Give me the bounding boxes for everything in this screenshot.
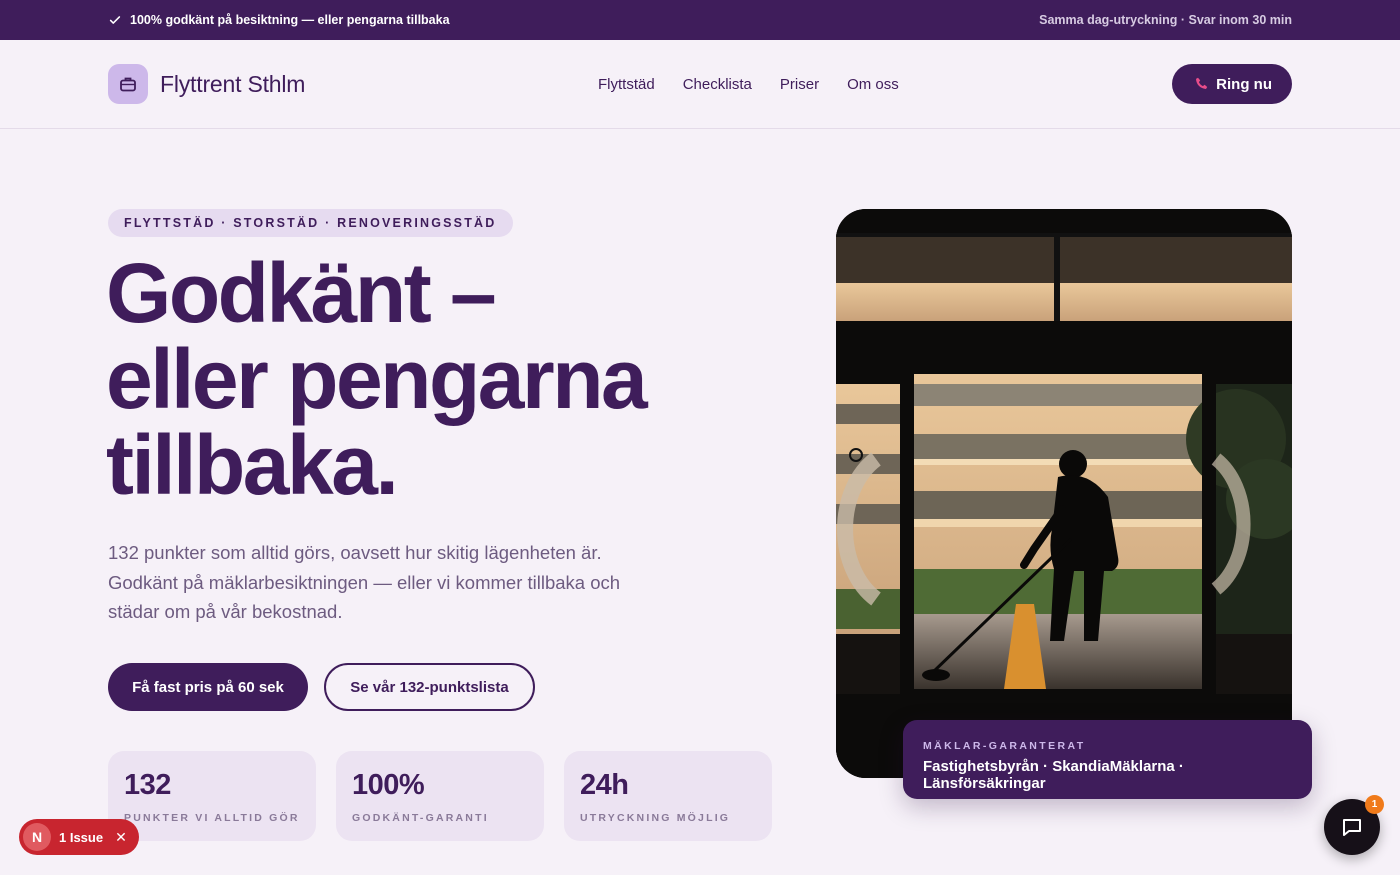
guarantee-label: MÄKLAR-GARANTERAT <box>923 740 1086 752</box>
stat-value: 100% <box>352 769 425 801</box>
call-now-button[interactable]: Ring nu <box>1172 64 1292 104</box>
main-navigation: Flyttrent Sthlm Flyttstäd Checklista Pri… <box>0 40 1400 129</box>
hero-title: Godkänt – eller pengarna tillbaka. <box>106 250 806 508</box>
stat-label: PUNKTER VI ALLTID GÖR <box>124 812 300 824</box>
dev-issues-indicator[interactable]: N 1 Issue ✕ <box>19 819 139 855</box>
guarantee-partners: Fastighetsbyrån · SkandiaMäklarna · Läns… <box>923 758 1184 792</box>
brand-name: Flyttrent Sthlm <box>160 70 306 97</box>
briefcase-icon <box>108 64 148 104</box>
chat-notification-count: 1 <box>1365 795 1384 814</box>
stat-label: GODKÄNT-GARANTI <box>352 812 489 824</box>
nav-link-checklista[interactable]: Checklista <box>683 76 752 93</box>
checklist-button[interactable]: Se vår 132-punktslista <box>324 663 535 711</box>
get-price-button[interactable]: Få fast pris på 60 sek <box>108 663 308 711</box>
nav-menu: Flyttstäd Checklista Priser Om oss <box>598 40 899 129</box>
response-time-text: Samma dag-utryckning · Svar inom 30 min <box>1039 13 1292 27</box>
brand-home-link[interactable]: Flyttrent Sthlm <box>108 64 305 104</box>
stats-row: 132 PUNKTER VI ALLTID GÖR 100% GODKÄNT-G… <box>108 751 772 841</box>
top-announcement-bar: 100% godkänt på besiktning — eller penga… <box>0 0 1400 40</box>
stat-value: 132 <box>124 769 171 801</box>
stat-label: UTRYCKNING MÖJLIG <box>580 812 731 824</box>
checkmark-icon <box>109 16 121 24</box>
guarantee-announcement: 100% godkänt på besiktning — eller penga… <box>108 13 450 27</box>
nav-link-priser[interactable]: Priser <box>780 76 819 93</box>
stat-card: 132 PUNKTER VI ALLTID GÖR <box>108 751 316 841</box>
stat-card: 24h UTRYCKNING MÖJLIG <box>564 751 772 841</box>
issue-count-label: 1 Issue <box>59 829 104 845</box>
phone-icon <box>1196 77 1208 89</box>
hero-subtitle: 132 punkter som alltid görs, oavsett hur… <box>108 542 621 622</box>
chat-bubble-icon <box>1343 819 1361 836</box>
guarantee-announcement-text: 100% godkänt på besiktning — eller penga… <box>130 13 450 27</box>
stat-card: 100% GODKÄNT-GARANTI <box>336 751 544 841</box>
nav-link-flyttstad[interactable]: Flyttstäd <box>598 76 655 93</box>
realtor-guarantee-card: MÄKLAR-GARANTERAT Fastighetsbyrån · Skan… <box>903 720 1312 799</box>
service-types-badge: FLYTTSTÄD · STORSTÄD · RENOVERINGSSTÄD <box>108 209 513 237</box>
issue-badge-letter: N <box>23 823 51 851</box>
hero-title-line-1: Godkänt – <box>106 246 497 340</box>
close-icon[interactable]: ✕ <box>115 829 127 846</box>
hero-photo-cleaner <box>836 209 1292 778</box>
nav-link-om-oss[interactable]: Om oss <box>847 76 899 93</box>
call-now-label: Ring nu <box>1216 75 1272 93</box>
hero-title-line-2: eller pengarna <box>106 332 648 426</box>
hero-title-line-3: tillbaka. <box>106 418 399 512</box>
stat-value: 24h <box>580 769 629 801</box>
